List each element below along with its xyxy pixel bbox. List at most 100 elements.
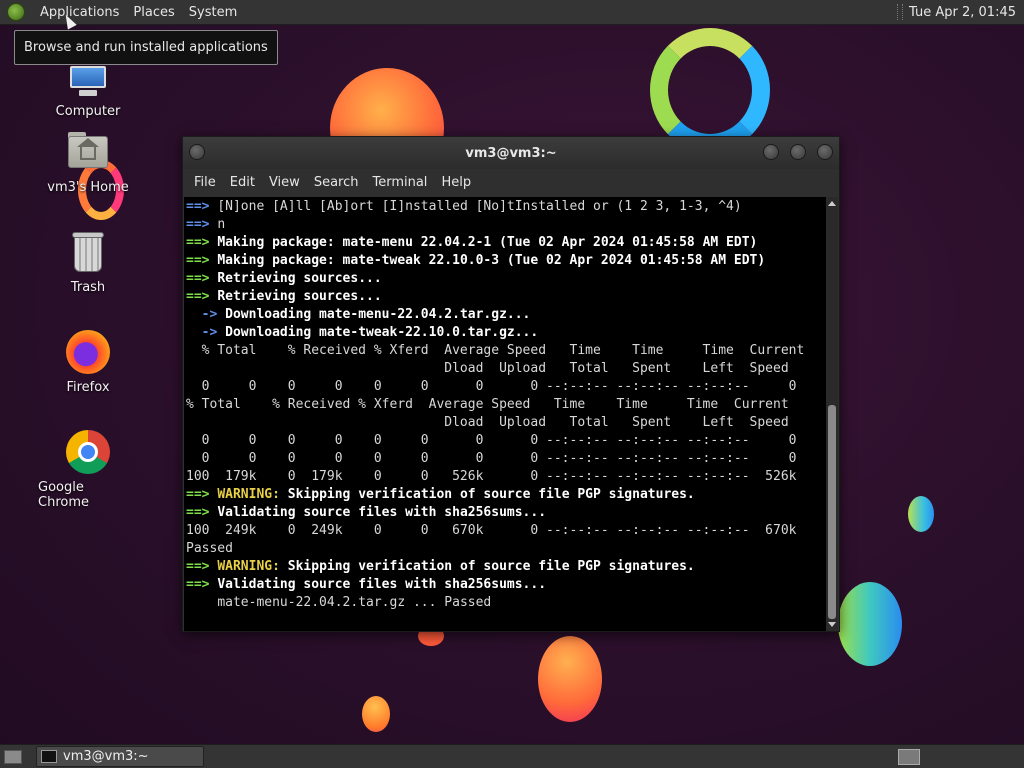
terminal-line: -> Downloading mate-menu-22.04.2.tar.gz.… — [186, 306, 827, 324]
taskbar-item-label: vm3@vm3:~ — [63, 749, 149, 764]
terminal-text: ==> — [186, 253, 218, 268]
close-button[interactable] — [817, 144, 833, 160]
wallpaper-blob — [362, 696, 390, 732]
terminal-line: ==> Making package: mate-menu 22.04.2-1 … — [186, 234, 827, 252]
terminal-text: n — [217, 217, 226, 232]
terminal-line: ==> n — [186, 216, 827, 234]
applications-menu[interactable]: Applications — [33, 0, 126, 25]
terminal-text: 0 0 0 0 0 0 0 0 --:--:-- --:--:-- --:--:… — [186, 451, 797, 466]
scroll-down-icon[interactable] — [828, 622, 836, 627]
menu-help[interactable]: Help — [434, 169, 478, 197]
terminal-text: WARNING: — [217, 487, 288, 502]
desktop-icon-label: Computer — [55, 104, 121, 119]
terminal-text: mate-menu-22.04.2.tar.gz ... Passed — [217, 595, 492, 610]
system-menu[interactable]: System — [182, 0, 244, 25]
terminal-line: Dload Upload Total Spent Left Speed — [186, 414, 827, 432]
terminal-text: ==> — [186, 271, 218, 286]
wallpaper-blob — [538, 636, 602, 722]
terminal-text: Passed — [186, 541, 233, 556]
desktop-icon-label: Google Chrome — [38, 480, 89, 510]
terminal-text: Skipping verification of source file PGP… — [287, 487, 695, 502]
terminal-line: 0 0 0 0 0 0 0 0 --:--:-- --:--:-- --:--:… — [186, 378, 827, 396]
terminal-text: WARNING: — [217, 559, 288, 574]
window-title: vm3@vm3:~ — [465, 145, 557, 161]
terminal-output[interactable]: ==> [N]one [A]ll [Ab]ort [I]nstalled [No… — [184, 197, 827, 631]
panel-separator — [897, 4, 904, 20]
terminal-text: -> — [186, 307, 226, 322]
terminal-text: Skipping verification of source file PGP… — [287, 559, 695, 574]
terminal-text: 100 179k 0 179k 0 0 526k 0 --:--:-- --:-… — [186, 469, 797, 484]
taskbar-item-terminal[interactable]: vm3@vm3:~ — [36, 746, 204, 767]
mate-logo-icon[interactable] — [7, 3, 25, 21]
desktop-icon-home[interactable]: vm3's Home — [38, 128, 138, 195]
terminal-line: ==> Making package: mate-tweak 22.10.0-3… — [186, 252, 827, 270]
home-folder-icon — [64, 128, 112, 176]
terminal-line: Passed — [186, 540, 827, 558]
menu-terminal[interactable]: Terminal — [365, 169, 434, 197]
desktop-icon-firefox[interactable]: Firefox — [38, 328, 138, 395]
terminal-text: -> — [186, 325, 226, 340]
desktop-icon-label: Trash — [70, 280, 106, 295]
desktop-icon-trash[interactable]: Trash — [38, 228, 138, 295]
minimize-button[interactable] — [763, 144, 779, 160]
workspace-switcher[interactable] — [898, 748, 920, 765]
terminal-text: Validating source files with sha256sums.… — [217, 577, 547, 592]
terminal-line: % Total % Received % Xferd Average Speed… — [186, 396, 827, 414]
terminal-text: % Total % Received % Xferd Average Speed… — [186, 343, 805, 358]
desktop-icon-chrome[interactable]: Google Chrome — [38, 428, 138, 510]
terminal-text: Dload Upload Total Spent Left Speed — [186, 361, 789, 376]
terminal-text: Validating source files with sha256sums.… — [217, 505, 547, 520]
terminal-text: Retrieving sources... — [217, 271, 382, 286]
terminal-text: ==> — [186, 505, 218, 520]
terminal-line: ==> Validating source files with sha256s… — [186, 576, 827, 594]
terminal-line: ==> Retrieving sources... — [186, 288, 827, 306]
terminal-text: [N]one [A]ll [Ab]ort [I]nstalled [No]tIn… — [217, 199, 742, 214]
menu-file[interactable]: File — [187, 169, 223, 197]
terminal-line: 0 0 0 0 0 0 0 0 --:--:-- --:--:-- --:--:… — [186, 432, 827, 450]
terminal-text: ==> — [186, 487, 218, 502]
places-menu[interactable]: Places — [126, 0, 181, 25]
chrome-icon — [64, 428, 112, 476]
terminal-line: % Total % Received % Xferd Average Speed… — [186, 342, 827, 360]
maximize-button[interactable] — [790, 144, 806, 160]
terminal-scrollbar[interactable] — [826, 197, 838, 631]
terminal-text: ==> — [186, 217, 218, 232]
terminal-text: Downloading mate-menu-22.04.2.tar.gz... — [225, 307, 531, 322]
terminal-text: % Total % Received % Xferd Average Speed… — [186, 397, 789, 412]
terminal-text: Making package: mate-menu 22.04.2-1 (Tue… — [217, 235, 758, 250]
menu-search[interactable]: Search — [307, 169, 366, 197]
terminal-line: 100 249k 0 249k 0 0 670k 0 --:--:-- --:-… — [186, 522, 827, 540]
terminal-text: 0 0 0 0 0 0 0 0 --:--:-- --:--:-- --:--:… — [186, 433, 797, 448]
terminal-icon — [41, 750, 57, 763]
bottom-panel: vm3@vm3:~ — [0, 744, 1024, 768]
terminal-line: ==> Retrieving sources... — [186, 270, 827, 288]
clock[interactable]: Tue Apr 2, 01:45 — [909, 5, 1024, 20]
terminal-line: 0 0 0 0 0 0 0 0 --:--:-- --:--:-- --:--:… — [186, 450, 827, 468]
terminal-line: 100 179k 0 179k 0 0 526k 0 --:--:-- --:-… — [186, 468, 827, 486]
wallpaper-blob — [838, 582, 902, 666]
terminal-line: -> Downloading mate-tweak-22.10.0.tar.gz… — [186, 324, 827, 342]
terminal-menubar: File Edit View Search Terminal Help — [183, 169, 839, 197]
terminal-text: ==> — [186, 199, 218, 214]
terminal-line: ==> WARNING: Skipping verification of so… — [186, 558, 827, 576]
terminal-text: Making package: mate-tweak 22.10.0-3 (Tu… — [217, 253, 766, 268]
terminal-line: ==> WARNING: Skipping verification of so… — [186, 486, 827, 504]
wallpaper-blob — [908, 496, 934, 532]
terminal-text: ==> — [186, 559, 218, 574]
terminal-window[interactable]: vm3@vm3:~ File Edit View Search Terminal… — [182, 136, 840, 632]
show-desktop-icon[interactable] — [4, 749, 22, 764]
terminal-text: ==> — [186, 577, 218, 592]
terminal-line: Dload Upload Total Spent Left Speed — [186, 360, 827, 378]
menu-edit[interactable]: Edit — [223, 169, 262, 197]
scroll-up-icon[interactable] — [828, 201, 836, 206]
terminal-line: ==> [N]one [A]ll [Ab]ort [I]nstalled [No… — [186, 198, 827, 216]
scrollbar-thumb[interactable] — [828, 405, 836, 619]
desktop-icon-label: vm3's Home — [47, 180, 129, 195]
terminal-text: 0 0 0 0 0 0 0 0 --:--:-- --:--:-- --:--:… — [186, 379, 797, 394]
top-panel: Applications Places System Tue Apr 2, 01… — [0, 0, 1024, 25]
applications-tooltip: Browse and run installed applications — [14, 30, 278, 65]
terminal-text: Dload Upload Total Spent Left Speed — [186, 415, 789, 430]
menu-view[interactable]: View — [262, 169, 307, 197]
window-titlebar[interactable]: vm3@vm3:~ — [183, 137, 839, 169]
